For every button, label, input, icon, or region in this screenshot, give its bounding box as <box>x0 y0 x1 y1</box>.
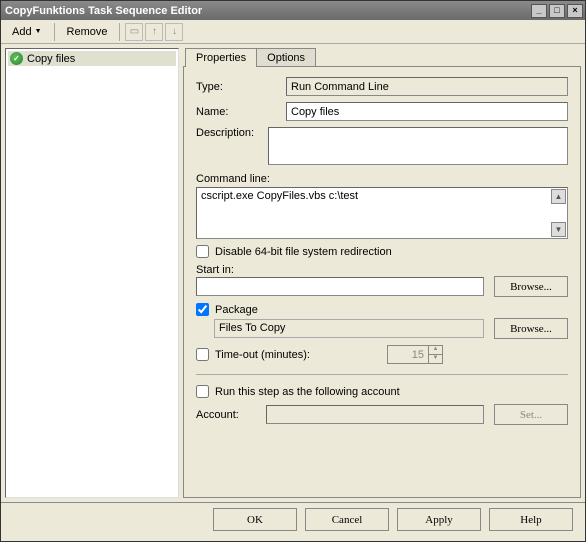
close-button[interactable]: × <box>567 4 583 18</box>
package-checkbox[interactable] <box>196 303 209 316</box>
set-account-button[interactable]: Set... <box>494 404 568 425</box>
timeout-stepper[interactable]: 15 ▲▼ <box>387 345 443 364</box>
spinner-icon[interactable]: ▲▼ <box>428 346 442 364</box>
account-field <box>266 405 484 424</box>
tab-options[interactable]: Options <box>256 48 316 67</box>
separator <box>119 23 120 41</box>
divider <box>196 374 568 375</box>
cmdline-text: cscript.exe CopyFiles.vbs c:\test <box>201 190 358 202</box>
disable64-label: Disable 64-bit file system redirection <box>215 246 392 258</box>
account-label: Account: <box>196 409 256 421</box>
runas-checkbox[interactable] <box>196 385 209 398</box>
add-label: Add <box>12 26 32 38</box>
disable64-checkbox[interactable] <box>196 245 209 258</box>
dropdown-icon: ▼ <box>35 28 42 35</box>
browse-package-button[interactable]: Browse... <box>494 318 568 339</box>
type-field <box>286 77 568 96</box>
tree-item[interactable]: ✓ Copy files <box>8 51 176 66</box>
name-label: Name: <box>196 106 286 118</box>
maximize-button[interactable]: □ <box>549 4 565 18</box>
cmdline-label: Command line: <box>196 173 568 185</box>
move-down-icon[interactable]: ↓ <box>165 23 183 41</box>
runas-label: Run this step as the following account <box>215 386 400 398</box>
type-label: Type: <box>196 81 286 93</box>
properties-panel: Type: Name: Description: Command line: c… <box>183 66 581 498</box>
add-menu[interactable]: Add ▼ <box>5 23 49 41</box>
timeout-checkbox[interactable] <box>196 348 209 361</box>
move-up-icon[interactable]: ↑ <box>145 23 163 41</box>
description-field[interactable] <box>268 127 568 165</box>
help-button[interactable]: Help <box>489 508 573 531</box>
timeout-label: Time-out (minutes): <box>215 349 345 361</box>
new-group-icon[interactable]: ▭ <box>125 23 143 41</box>
startin-label: Start in: <box>196 264 568 276</box>
minimize-button[interactable]: _ <box>531 4 547 18</box>
remove-button[interactable]: Remove <box>60 23 115 41</box>
description-label: Description: <box>196 127 268 139</box>
scroll-down-icon[interactable]: ▼ <box>551 222 566 237</box>
name-field[interactable] <box>286 102 568 121</box>
title-bar: CopyFunktions Task Sequence Editor _ □ × <box>1 1 585 20</box>
cmdline-field[interactable]: cscript.exe CopyFiles.vbs c:\test ▲ ▼ <box>196 187 568 239</box>
window-title: CopyFunktions Task Sequence Editor <box>5 5 529 17</box>
apply-button[interactable]: Apply <box>397 508 481 531</box>
tab-bar: Properties Options <box>185 48 581 67</box>
remove-label: Remove <box>67 26 108 38</box>
cancel-button[interactable]: Cancel <box>305 508 389 531</box>
tab-properties[interactable]: Properties <box>185 48 257 67</box>
timeout-value: 15 <box>388 349 428 361</box>
package-name-field: Files To Copy <box>214 319 484 338</box>
toolbar: Add ▼ Remove ▭ ↑ ↓ <box>1 20 585 44</box>
task-tree[interactable]: ✓ Copy files <box>5 48 179 498</box>
tree-item-label: Copy files <box>27 53 75 65</box>
package-label: Package <box>215 304 258 316</box>
main-area: ✓ Copy files Properties Options Type: Na… <box>1 44 585 502</box>
separator <box>54 23 55 41</box>
startin-field[interactable] <box>196 277 484 296</box>
right-pane: Properties Options Type: Name: Descripti… <box>183 48 581 498</box>
dialog-button-bar: OK Cancel Apply Help <box>1 502 585 536</box>
browse-startin-button[interactable]: Browse... <box>494 276 568 297</box>
scroll-up-icon[interactable]: ▲ <box>551 189 566 204</box>
success-icon: ✓ <box>10 52 23 65</box>
ok-button[interactable]: OK <box>213 508 297 531</box>
